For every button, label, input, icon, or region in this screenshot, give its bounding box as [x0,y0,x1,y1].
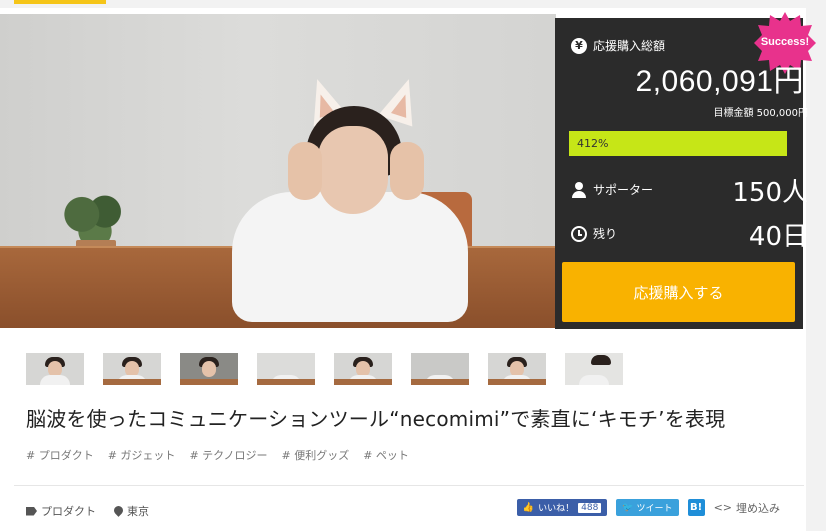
remaining-days: 40日 [748,222,808,252]
thumb-face [202,361,216,377]
thumbnail-strip [26,353,623,385]
total-label: 応援購入総額 [593,39,666,53]
page: Success! ¥ 応援購入総額 2,060,091円 目標金額 500,00… [0,0,826,531]
share-bar: 👍 いいね！ 488 🐦 ツイート B! <> 埋め込み [516,499,780,516]
tag-useful-goods[interactable]: # 便利グッズ [282,447,350,463]
tag-list: # プロダクト # ガジェット # テクノロジー # 便利グッズ # ペット [26,447,409,463]
person-icon [571,181,587,198]
thumbs-up-icon: 👍 [522,502,535,513]
thumb-hair [591,355,611,365]
thumbnail-5[interactable] [334,353,392,385]
thumb-table [257,379,315,385]
hatena-bookmark-button[interactable]: B! [687,499,705,516]
thumb-body [40,375,70,385]
thumb-table [411,379,469,385]
category-label: プロダクト [41,505,96,518]
success-badge-label: Success! [760,36,810,48]
tag-product[interactable]: # プロダクト [26,447,94,463]
hero-hand-left [288,142,322,200]
thumb-body [579,375,609,385]
tweet-button[interactable]: 🐦 ツイート [616,499,679,516]
embed-button[interactable]: <> 埋め込み [714,500,780,516]
tag-pet[interactable]: # ペット [363,447,409,463]
thumbnail-7[interactable] [488,353,546,385]
thumbnail-3[interactable] [180,353,238,385]
thumbnail-4[interactable] [257,353,315,385]
pin-icon [114,506,123,517]
thumb-table [103,379,161,385]
support-purchase-button[interactable]: 応援購入する [562,262,795,322]
supporters-count: 150人 [732,178,808,208]
thumbnail-6[interactable] [411,353,469,385]
thumbnail-8[interactable] [565,353,623,385]
hero-photo[interactable] [0,14,556,328]
hero-person-face [318,126,388,214]
like-count: 488 [578,502,602,513]
clock-icon [571,225,587,242]
supporters-row: サポーター [571,181,653,198]
tag-gadget[interactable]: # ガジェット [108,447,176,463]
thumb-table [334,379,392,385]
embed-label: 埋め込み [736,501,780,515]
like-label: いいね！ [538,504,575,514]
total-amount: 2,060,091円 [635,65,804,98]
remaining-label: 残り [593,227,618,241]
remaining-row: 残り [571,225,617,242]
yen-icon: ¥ [571,37,587,54]
facebook-like-button[interactable]: 👍 いいね！ 488 [516,499,608,516]
goal-amount: 目標金額 500,000円 [713,108,808,119]
hero-hand-right [390,142,424,200]
project-title: 脳波を使ったコミュニケーションツール“necomimi”で素直に‘キモチ’を表現 [26,407,726,431]
thumbnail-1[interactable] [26,353,84,385]
progress-bar: 412% [569,131,787,156]
footer-divider [14,485,804,486]
location-link[interactable]: 東京 [114,503,149,519]
progress-percent: 412% [577,137,609,150]
location-label: 東京 [127,505,149,518]
twitter-bird-icon: 🐦 [622,502,634,513]
supporters-label: サポーター [593,183,654,197]
thumbnail-2[interactable] [103,353,161,385]
category-link[interactable]: プロダクト [26,503,96,519]
code-brackets-icon: <> [713,501,732,514]
tweet-label: ツイート [636,504,673,514]
top-accent-bar [14,0,106,4]
thumb-table [488,379,546,385]
tag-technology[interactable]: # テクノロジー [189,447,267,463]
project-meta: プロダクト 東京 [26,503,149,519]
thumb-table [180,379,238,385]
total-label-row: ¥ 応援購入総額 [571,37,665,54]
tag-icon [26,506,37,516]
